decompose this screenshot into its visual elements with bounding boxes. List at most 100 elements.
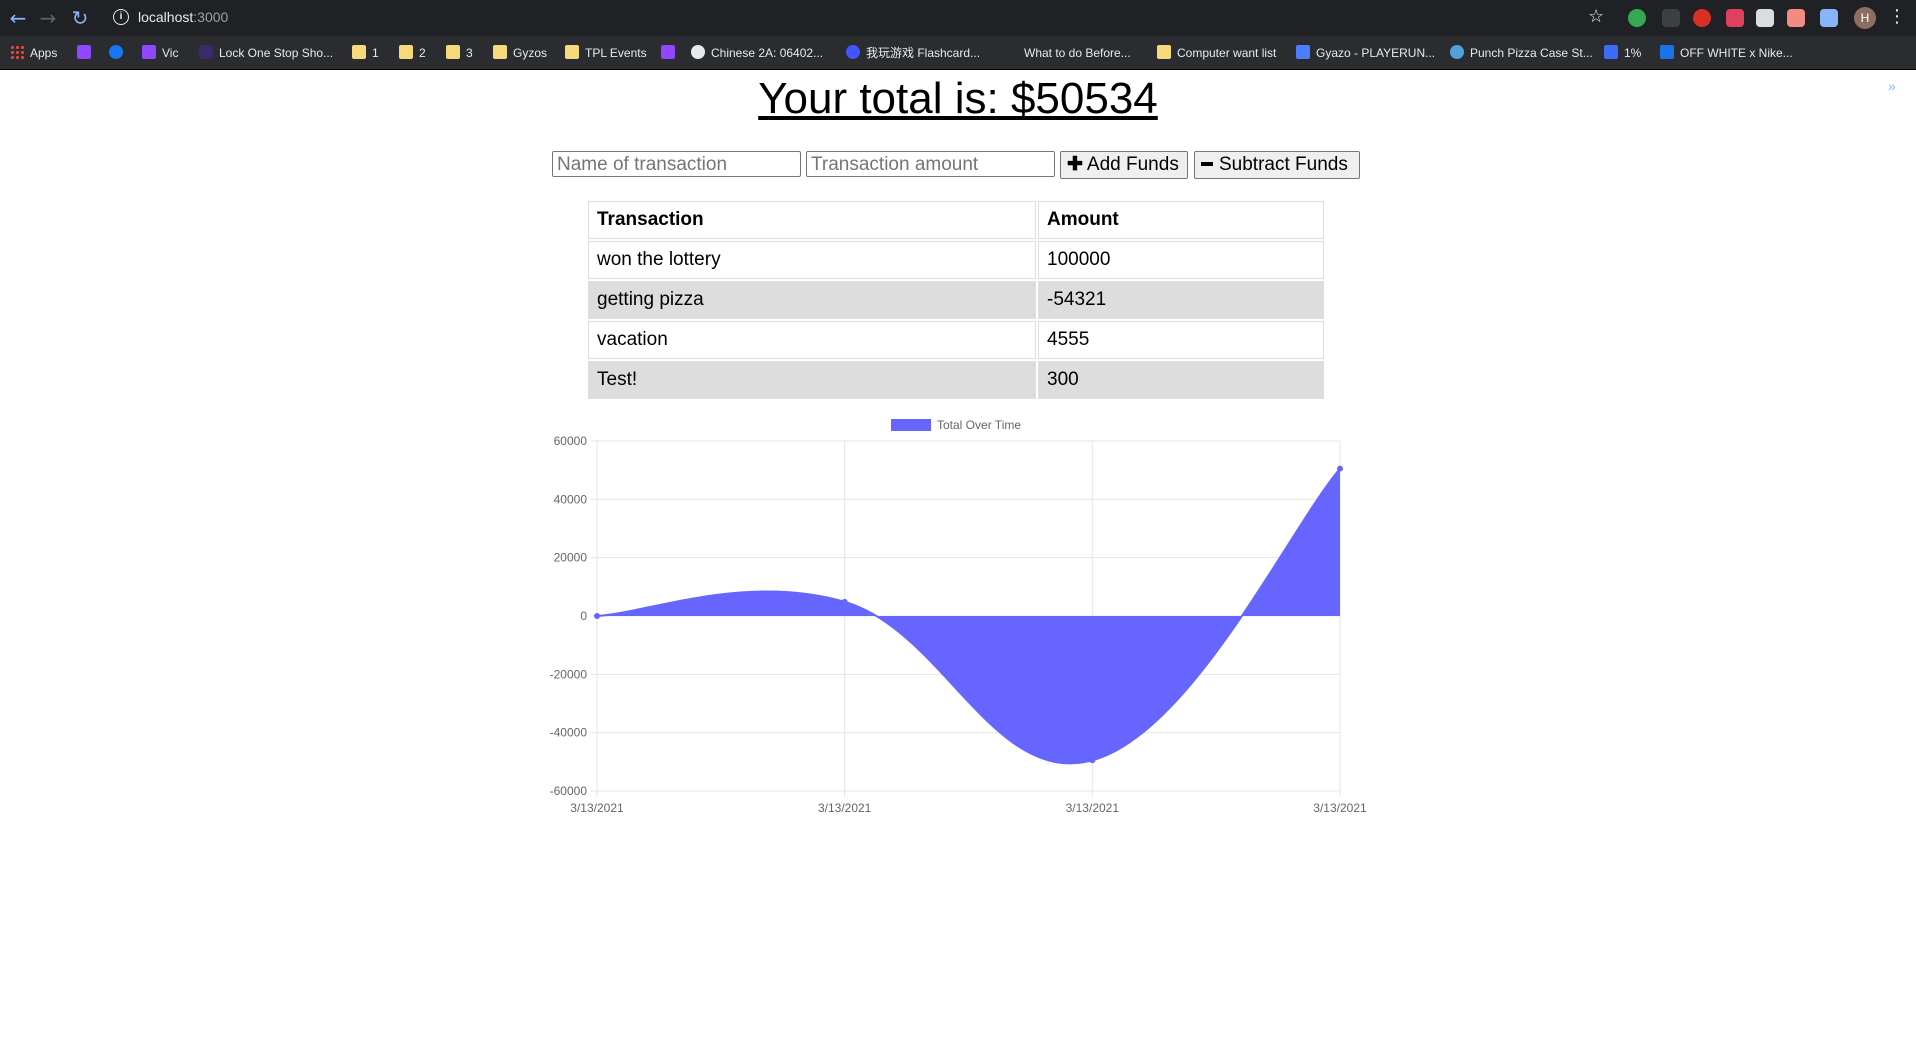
extension-icon[interactable] <box>1628 9 1646 27</box>
transaction-name-cell: Test! <box>588 361 1036 399</box>
y-tick-label: -60000 <box>550 784 588 798</box>
bookmark-item[interactable]: Vic <box>142 43 178 63</box>
bookmark-item[interactable]: What to do Before... <box>1004 43 1131 63</box>
add-funds-button[interactable]: ✚ Add Funds <box>1060 151 1188 179</box>
bookmark-label: 2 <box>419 46 426 60</box>
bookmark-item[interactable]: Apps <box>10 43 57 63</box>
bookmark-label: Apps <box>30 46 58 60</box>
bookmark-folder[interactable]: Gyzos <box>493 43 547 63</box>
bookmark-star-icon[interactable]: ☆ <box>1588 6 1604 27</box>
data-point <box>841 598 848 605</box>
transaction-name-cell: vacation <box>588 321 1036 359</box>
site-icon <box>1604 45 1618 59</box>
folder-icon <box>446 45 460 59</box>
x-tick-label: 3/13/2021 <box>1313 801 1367 815</box>
extension-icon[interactable] <box>1726 9 1744 27</box>
transactions-table: Transaction Amount won the lottery 10000… <box>586 199 1326 401</box>
total-heading: Your total is: $50534 <box>758 74 1158 123</box>
plus-icon: ✚ <box>1067 154 1083 175</box>
gyazo-icon <box>1296 45 1310 59</box>
data-point <box>594 613 600 619</box>
bookmark-folder[interactable]: Computer want list <box>1157 43 1276 63</box>
skype-icon <box>691 45 705 59</box>
bookmark-item[interactable]: Punch Pizza Case St... <box>1450 43 1593 63</box>
transaction-amount-cell: 300 <box>1038 361 1324 399</box>
bookmark-label: Gyzos <box>513 46 548 60</box>
chart-legend: Total Over Time <box>891 418 1021 432</box>
bookmark-label: Lock One Stop Sho... <box>219 46 334 60</box>
bookmark-item[interactable]: Gyazo - PLAYERUN... <box>1296 43 1435 63</box>
data-point <box>1089 757 1096 764</box>
transaction-amount-cell: 4555 <box>1038 321 1324 359</box>
twitch-icon <box>77 45 91 59</box>
transaction-amount-cell: -54321 <box>1038 281 1324 319</box>
info-icon[interactable]: i <box>113 9 129 25</box>
table-row: vacation 4555 <box>588 321 1324 359</box>
column-header-amount: Amount <box>1038 201 1324 239</box>
bookmark-item[interactable] <box>109 43 129 63</box>
bookmark-label: Punch Pizza Case St... <box>1470 46 1593 60</box>
extension-icon[interactable] <box>1662 9 1680 27</box>
folder-icon <box>493 45 507 59</box>
bookmark-label: 我玩游戏 Flashcard... <box>866 46 981 60</box>
url-text: localhost:3000 <box>138 9 228 25</box>
bookmark-item[interactable] <box>77 43 97 63</box>
address-bar[interactable]: i localhost:3000 <box>105 4 1595 32</box>
bookmark-folder[interactable]: TPL Events <box>565 43 647 63</box>
transaction-amount-cell: 100000 <box>1038 241 1324 279</box>
bookmark-label: 1% <box>1624 46 1642 60</box>
profile-avatar[interactable]: H <box>1854 7 1876 29</box>
extension-icon[interactable] <box>1756 9 1774 27</box>
y-axis: 60000 40000 20000 0 -20000 -40000 -60000 <box>550 434 588 798</box>
folder-icon <box>352 45 366 59</box>
extension-icon[interactable] <box>1693 9 1711 27</box>
url-port: :3000 <box>193 9 229 25</box>
total-over-time-chart: Total Over Time 60000 40000 20000 0 -20000 -4… <box>550 418 1367 815</box>
bookmark-item[interactable]: OFF WHITE x Nike... <box>1660 43 1793 63</box>
subtract-funds-button[interactable]: Subtract Funds <box>1194 151 1360 179</box>
legend-swatch <box>891 419 931 431</box>
table-row: Test! 300 <box>588 361 1324 399</box>
bookmark-item[interactable]: 1% <box>1604 43 1641 63</box>
folder-icon <box>565 45 579 59</box>
x-tick-label: 3/13/2021 <box>1066 801 1120 815</box>
bookmark-label: 1 <box>372 46 379 60</box>
puzzle-extensions-icon[interactable] <box>1820 9 1838 27</box>
subtract-funds-label: Subtract Funds <box>1219 154 1348 175</box>
transaction-amount-input[interactable]: Transaction amount <box>806 151 1055 177</box>
bookmark-folder[interactable]: 3 <box>446 43 473 63</box>
bookmark-folder[interactable]: 1 <box>352 43 379 63</box>
quizlet-icon <box>846 45 860 59</box>
y-tick-label: 40000 <box>554 492 588 506</box>
x-axis: 3/13/2021 3/13/2021 3/13/2021 3/13/2021 <box>570 801 1367 815</box>
bookmark-label: Chinese 2A: 06402... <box>711 46 824 60</box>
bookmark-label: What to do Before... <box>1024 46 1131 60</box>
url-host: localhost <box>138 9 194 25</box>
bookmark-label: OFF WHITE x Nike... <box>1680 46 1793 60</box>
bookmark-label: TPL Events <box>585 46 647 60</box>
y-tick-label: 0 <box>580 609 587 623</box>
y-tick-label: 20000 <box>554 551 588 565</box>
back-icon[interactable]: ← <box>6 6 30 30</box>
transaction-name-cell: won the lottery <box>588 241 1036 279</box>
bookmark-item[interactable]: Lock One Stop Sho... <box>199 43 333 63</box>
extension-icon[interactable] <box>1787 9 1805 27</box>
minus-icon <box>1201 162 1213 166</box>
bookmark-folder[interactable]: 2 <box>399 43 426 63</box>
bookmark-label: Computer want list <box>1177 46 1277 60</box>
site-icon <box>1450 45 1464 59</box>
bookmark-label: Vic <box>162 46 179 60</box>
bookmark-item[interactable]: 我玩游戏 Flashcard... <box>846 43 980 63</box>
site-icon <box>199 45 213 59</box>
transaction-name-input[interactable]: Name of transaction <box>552 151 801 177</box>
folder-icon <box>399 45 413 59</box>
bookmark-item[interactable] <box>661 43 681 63</box>
forward-icon[interactable]: → <box>36 6 60 30</box>
browser-menu-icon[interactable]: ⋮ <box>1888 6 1906 27</box>
legend-label: Total Over Time <box>937 418 1021 432</box>
transaction-name-cell: getting pizza <box>588 281 1036 319</box>
folder-icon <box>1157 45 1171 59</box>
reload-icon[interactable]: ↻ <box>68 6 92 30</box>
bookmark-item[interactable]: Chinese 2A: 06402... <box>691 43 823 63</box>
y-tick-label: -40000 <box>550 726 588 740</box>
